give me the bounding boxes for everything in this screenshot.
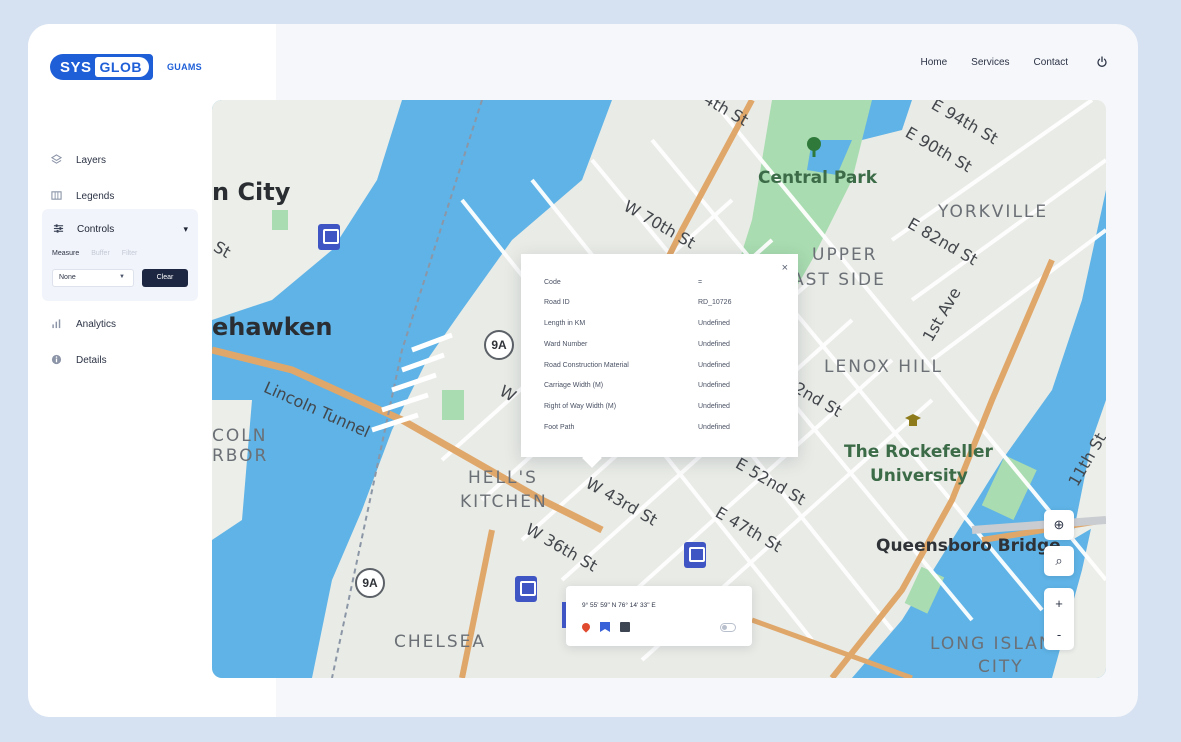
controls-tabs: Measure Buffer Filter	[52, 250, 149, 257]
zoom-controls: + -	[1044, 588, 1074, 650]
transit-icon[interactable]	[684, 542, 706, 568]
tab-measure[interactable]: Measure	[52, 250, 79, 257]
popup-value: Undefined	[698, 341, 730, 348]
layers-icon	[50, 154, 62, 166]
popup-row: Road Construction Material Undefined	[544, 362, 730, 369]
popup-row: Length in KM Undefined	[544, 320, 730, 327]
popup-value: =	[698, 279, 703, 286]
coordinates-actions	[580, 621, 640, 633]
coordinates-toggle[interactable]	[720, 623, 736, 632]
bar-chart-icon	[50, 318, 62, 330]
clear-button[interactable]: Clear	[142, 269, 188, 287]
popup-value: Undefined	[698, 362, 730, 369]
popup-row: Right of Way Width (M) Undefined	[544, 403, 730, 410]
popup-value: Undefined	[698, 403, 730, 410]
bookmark-icon[interactable]	[600, 622, 610, 632]
location-pin-icon[interactable]	[580, 621, 592, 633]
popup-value: Undefined	[698, 382, 730, 389]
popup-key: Code	[544, 279, 561, 286]
popup-value: RD_10726	[698, 299, 732, 306]
popup-row: Foot Path Undefined	[544, 424, 730, 431]
controls-panel: Controls ▾ Measure Buffer Filter None ▼ …	[42, 209, 198, 301]
nav-contact-link[interactable]: Contact	[1034, 57, 1068, 68]
app-window: SYS GLOB GUAMS Layers Legends Controls ▾…	[28, 24, 1138, 717]
university-icon	[905, 414, 921, 426]
popup-key: Road ID	[544, 299, 570, 306]
top-nav: Home Services Contact	[896, 56, 1108, 68]
info-icon	[50, 354, 62, 366]
chevron-down-icon[interactable]: ▾	[183, 224, 188, 235]
sliders-icon	[52, 223, 64, 235]
mail-icon[interactable]	[620, 622, 630, 632]
coordinates-card: 9° 55' 59" N 76° 14' 33" E	[562, 586, 752, 646]
park-tree-icon	[807, 137, 821, 157]
measure-select[interactable]: None ▼	[52, 269, 134, 287]
popup-row: Road ID RD_10726	[544, 299, 731, 306]
logo-text-sys: SYS	[60, 58, 92, 76]
sidebar-item-label: Legends	[76, 190, 115, 202]
popup-key: Foot Path	[544, 424, 575, 431]
logo-mark: SYS GLOB	[50, 54, 153, 80]
tab-filter[interactable]: Filter	[122, 250, 138, 257]
measure-select-value: None	[59, 274, 76, 281]
legends-icon	[50, 190, 62, 202]
popup-row: Code =	[544, 279, 702, 286]
locate-button[interactable]: ⊕	[1044, 510, 1074, 540]
coordinates-readout: 9° 55' 59" N 76° 14' 33" E	[582, 602, 656, 609]
nav-services-link[interactable]: Services	[971, 57, 1009, 68]
popup-value: Undefined	[698, 424, 730, 431]
tab-buffer[interactable]: Buffer	[91, 250, 110, 257]
popup-key: Right of Way Width (M)	[544, 403, 617, 410]
logo-text-glob: GLOB	[94, 57, 149, 77]
sidebar-item-controls[interactable]: Controls ▾	[52, 223, 188, 235]
sidebar-item-label: Controls	[77, 223, 115, 235]
sidebar-item-label: Layers	[76, 154, 107, 166]
search-button[interactable]: ⌕	[1044, 546, 1074, 576]
popup-key: Carriage Width (M)	[544, 382, 604, 389]
popup-key: Road Construction Material	[544, 362, 629, 369]
route-9a-badge: 9A	[484, 330, 514, 360]
zoom-out-button[interactable]: -	[1044, 619, 1074, 650]
sidebar-item-label: Analytics	[76, 318, 117, 330]
popup-row: Ward Number Undefined	[544, 341, 730, 348]
popup-row: Carriage Width (M) Undefined	[544, 382, 730, 389]
route-9a-badge: 9A	[355, 568, 385, 598]
logo: SYS GLOB GUAMS	[50, 54, 202, 80]
nav-home-link[interactable]: Home	[920, 57, 947, 68]
select-caret-icon: ▼	[119, 274, 125, 280]
close-icon[interactable]: ×	[782, 262, 788, 274]
popup-value: Undefined	[698, 320, 730, 327]
transit-icon[interactable]	[515, 576, 537, 602]
popup-key: Length in KM	[544, 320, 586, 327]
popup-key: Ward Number	[544, 341, 588, 348]
app-subtitle: GUAMS	[166, 62, 202, 72]
sidebar-item-label: Details	[76, 354, 107, 366]
power-icon[interactable]	[1096, 56, 1108, 68]
feature-info-popup: × Code = Road ID RD_10726 Length in KM Unde…	[521, 254, 798, 457]
zoom-in-button[interactable]: +	[1044, 588, 1074, 619]
transit-icon[interactable]	[318, 224, 340, 250]
